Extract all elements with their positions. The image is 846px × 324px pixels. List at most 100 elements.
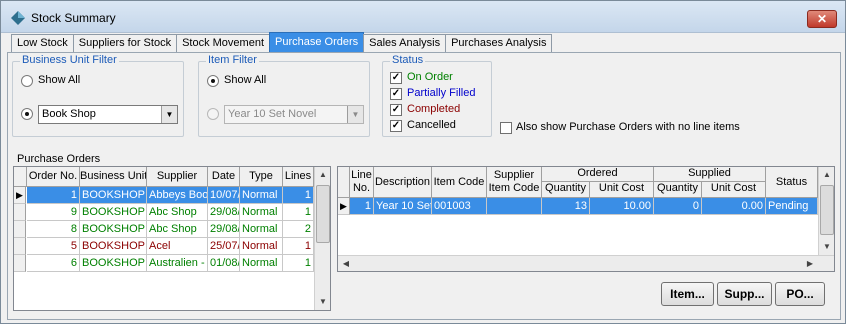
po-col-order-no[interactable]: Order No. <box>27 167 80 187</box>
li-col-item-code[interactable]: Item Code <box>432 167 487 198</box>
table-cell[interactable]: Normal <box>240 255 283 272</box>
bu-show-all-radio[interactable] <box>21 75 33 87</box>
bu-specific-radio[interactable] <box>21 108 33 120</box>
li-col-status[interactable]: Status <box>766 167 818 198</box>
row-indicator[interactable] <box>14 204 26 221</box>
table-cell[interactable]: 29/08/ <box>208 204 240 221</box>
status-cancelled-checkbox[interactable]: ✓ <box>390 120 402 132</box>
row-pointer-icon[interactable]: ▶ <box>338 198 350 215</box>
table-cell[interactable]: BOOKSHOP <box>80 238 147 255</box>
item-specific-radio[interactable] <box>207 108 219 120</box>
table-cell[interactable]: 29/08/ <box>208 221 240 238</box>
item-button[interactable]: Item... <box>661 282 714 306</box>
status-completed-checkbox[interactable]: ✓ <box>390 104 402 116</box>
table-row[interactable]: 8 BOOKSHOP Abc Shop 29/08/Normal 2 <box>14 221 314 238</box>
table-cell[interactable]: 1 <box>283 238 314 255</box>
po-grid-vscrollbar[interactable]: ▲ ▼ <box>314 167 330 310</box>
table-cell[interactable]: Normal <box>240 187 283 204</box>
po-col-lines[interactable]: Lines <box>283 167 314 187</box>
table-cell[interactable]: 1 <box>283 204 314 221</box>
li-col-supplier-item-code[interactable]: Supplier Item Code <box>487 167 542 198</box>
also-show-no-lines-checkbox[interactable] <box>500 122 512 134</box>
po-col-type[interactable]: Type <box>240 167 283 187</box>
table-cell[interactable]: 1 <box>350 198 374 215</box>
scroll-down-icon[interactable]: ▼ <box>819 239 834 255</box>
table-cell[interactable]: 0.00 <box>702 198 766 215</box>
table-cell[interactable]: 001003 <box>432 198 487 215</box>
row-indicator[interactable] <box>14 238 26 255</box>
table-cell[interactable]: Normal <box>240 221 283 238</box>
title-bar[interactable]: Stock Summary ✕ <box>1 1 845 33</box>
table-row[interactable]: 9 BOOKSHOP Abc Shop 29/08/Normal 1 <box>14 204 314 221</box>
scroll-thumb[interactable] <box>820 185 834 235</box>
tab-purchase-orders[interactable]: Purchase Orders <box>269 32 365 52</box>
table-cell[interactable]: 0 <box>654 198 702 215</box>
table-cell[interactable]: BOOKSHOP <box>80 187 147 204</box>
li-col-supplied-qty[interactable]: Quantity <box>654 182 702 198</box>
li-col-supplied-cost[interactable]: Unit Cost <box>702 182 766 198</box>
scroll-right-icon[interactable]: ▶ <box>802 256 818 271</box>
table-cell[interactable]: 10.00 <box>590 198 654 215</box>
supp-button[interactable]: Supp... <box>717 282 772 306</box>
po-col-supplier[interactable]: Supplier <box>147 167 208 187</box>
business-unit-combo[interactable]: Book Shop ▼ <box>38 105 178 124</box>
scroll-left-icon[interactable]: ◀ <box>338 256 354 271</box>
table-cell[interactable]: BOOKSHOP <box>80 221 147 238</box>
item-show-all-radio[interactable] <box>207 75 219 87</box>
table-cell[interactable]: BOOKSHOP <box>80 204 147 221</box>
table-cell[interactable]: 1 <box>283 255 314 272</box>
li-col-description[interactable]: Description <box>374 167 432 198</box>
table-cell[interactable]: Acel <box>147 238 208 255</box>
scroll-up-icon[interactable]: ▲ <box>315 167 330 183</box>
table-row[interactable]: ▶ 1 BOOKSHOP Abbeys Boo 10/07/Normal 1 <box>14 187 314 204</box>
row-pointer-icon[interactable]: ▶ <box>14 187 26 204</box>
tab-suppliers-for-stock[interactable]: Suppliers for Stock <box>72 34 178 52</box>
table-cell[interactable]: 9 <box>27 204 80 221</box>
table-cell[interactable]: 6 <box>27 255 80 272</box>
table-cell[interactable]: 10/07/ <box>208 187 240 204</box>
table-cell[interactable]: Pending <box>766 198 818 215</box>
table-cell[interactable]: 8 <box>27 221 80 238</box>
tab-sales-analysis[interactable]: Sales Analysis <box>363 34 447 52</box>
po-col-date[interactable]: Date <box>208 167 240 187</box>
table-cell[interactable]: Year 10 Set <box>374 198 432 215</box>
table-cell[interactable]: Abc Shop <box>147 221 208 238</box>
po-col-business-unit[interactable]: Business Unit <box>80 167 147 187</box>
table-cell[interactable] <box>487 198 542 215</box>
table-cell[interactable]: Abc Shop <box>147 204 208 221</box>
close-button[interactable]: ✕ <box>807 10 837 28</box>
row-indicator[interactable] <box>14 221 26 238</box>
table-cell[interactable]: Normal <box>240 204 283 221</box>
scroll-down-icon[interactable]: ▼ <box>315 294 330 310</box>
table-cell[interactable]: Normal <box>240 238 283 255</box>
status-partially-filled-checkbox[interactable]: ✓ <box>390 88 402 100</box>
table-cell[interactable]: BOOKSHOP <box>80 255 147 272</box>
li-col-line-no[interactable]: Line No. <box>350 167 374 198</box>
po-button[interactable]: PO... <box>775 282 825 306</box>
table-cell[interactable]: Abbeys Boo <box>147 187 208 204</box>
li-grid-vscrollbar[interactable]: ▲ ▼ <box>818 167 834 255</box>
table-cell[interactable]: 1 <box>283 187 314 204</box>
status-on-order-checkbox[interactable]: ✓ <box>390 72 402 84</box>
chevron-down-icon[interactable]: ▼ <box>347 106 363 123</box>
scroll-up-icon[interactable]: ▲ <box>819 167 834 183</box>
table-cell[interactable]: Australien - <box>147 255 208 272</box>
table-cell[interactable]: 5 <box>27 238 80 255</box>
table-row[interactable]: ▶ 1 Year 10 Set 001003 13 10.00 0 0.00 Pending <box>338 198 818 215</box>
li-col-ordered-cost[interactable]: Unit Cost <box>590 182 654 198</box>
table-cell[interactable]: 25/07/ <box>208 238 240 255</box>
table-cell[interactable]: 13 <box>542 198 590 215</box>
scroll-thumb[interactable] <box>316 185 330 243</box>
li-grid-hscrollbar[interactable]: ◀ ▶ <box>338 255 834 271</box>
tab-purchases-analysis[interactable]: Purchases Analysis <box>445 34 553 52</box>
li-col-ordered-qty[interactable]: Quantity <box>542 182 590 198</box>
chevron-down-icon[interactable]: ▼ <box>161 106 177 123</box>
table-cell[interactable]: 2 <box>283 221 314 238</box>
table-row[interactable]: 6 BOOKSHOP Australien -01/08/Normal 1 <box>14 255 314 272</box>
tab-stock-movement[interactable]: Stock Movement <box>176 34 270 52</box>
row-indicator[interactable] <box>14 255 26 272</box>
table-cell[interactable]: 1 <box>27 187 80 204</box>
tab-low-stock[interactable]: Low Stock <box>11 34 74 52</box>
item-combo[interactable]: Year 10 Set Novel ▼ <box>224 105 364 124</box>
table-row[interactable]: 5 BOOKSHOP Acel 25/07/Normal 1 <box>14 238 314 255</box>
